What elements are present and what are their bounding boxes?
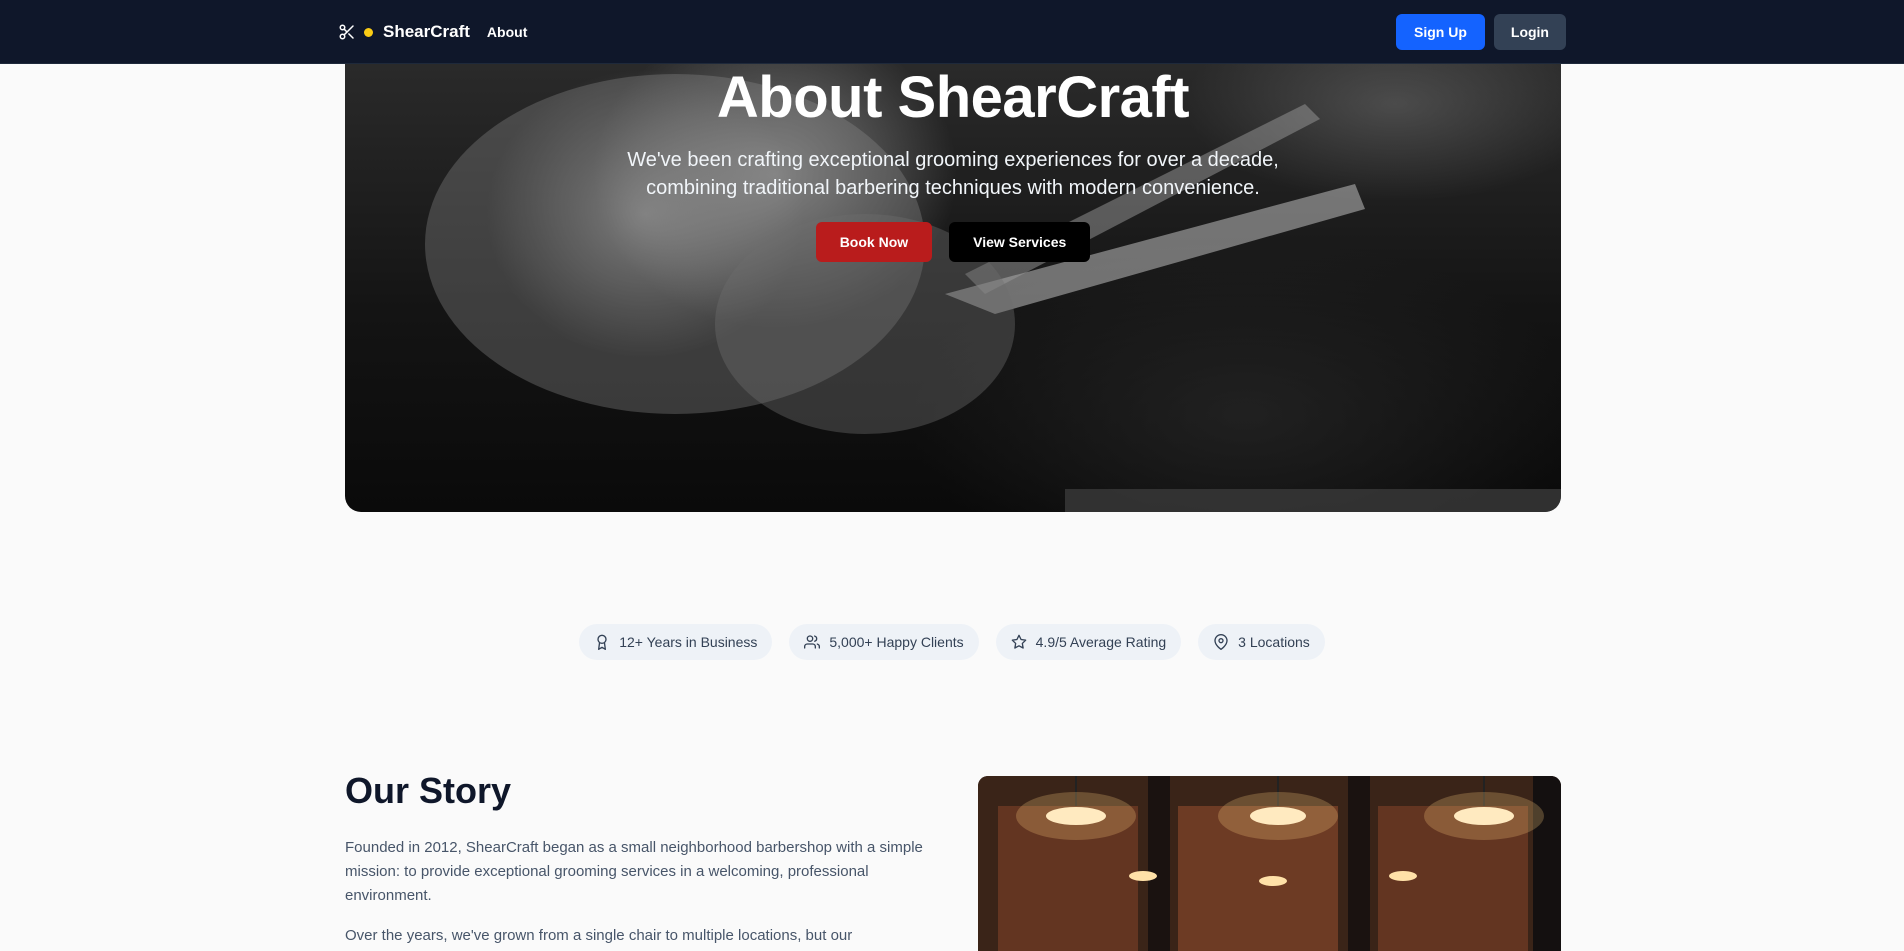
map-pin-icon (1214, 634, 1228, 650)
brand-dot-icon (364, 27, 373, 37)
stat-rating: 4.9/5 Average Rating (995, 624, 1182, 660)
stat-locations: 3 Locations (1198, 624, 1325, 660)
stats-row: 12+ Years in Business 5,000+ Happy Clien… (0, 624, 1904, 660)
hero-title: About ShearCraft (716, 65, 1190, 130)
barbershop-interior-photo (978, 776, 1561, 951)
nav-actions: Sign Up Login (1396, 14, 1566, 50)
barbershop-photo-art (978, 776, 1561, 951)
login-button[interactable]: Login (1493, 14, 1566, 50)
view-services-button[interactable]: View Services (949, 222, 1091, 262)
hero-content: About ShearCraft We've been crafting exc… (345, 64, 1561, 262)
stat-rating-label: 4.9/5 Average Rating (1035, 634, 1167, 650)
nav-link-about[interactable]: About (487, 24, 527, 40)
navbar-inner: ShearCraft About Sign Up Login (338, 0, 1566, 64)
hero-banner: About ShearCraft We've been crafting exc… (345, 64, 1561, 512)
signup-button[interactable]: Sign Up (1396, 14, 1485, 50)
star-icon (1011, 634, 1026, 649)
story-paragraph-1: Founded in 2012, ShearCraft began as a s… (345, 839, 923, 904)
stat-locations-label: 3 Locations (1238, 634, 1310, 650)
stat-clients: 5,000+ Happy Clients (789, 624, 979, 660)
stat-years-label: 12+ Years in Business (619, 634, 758, 650)
hero-buttons: Book Now View Services (345, 222, 1561, 262)
hero-subtitle-line2: combining traditional barbering techniqu… (646, 177, 1260, 199)
story-title: Our Story (345, 770, 512, 811)
hero-subtitle: We've been crafting exceptional grooming… (345, 146, 1561, 202)
scissors-icon (339, 24, 354, 40)
book-now-button[interactable]: Book Now (815, 222, 933, 262)
users-icon (804, 635, 821, 649)
stat-clients-label: 5,000+ Happy Clients (829, 634, 964, 650)
story-paragraph-2: Over the years, we've grown from a singl… (345, 927, 853, 944)
hero-subtitle-line1: We've been crafting exceptional grooming… (627, 149, 1279, 171)
award-icon (597, 634, 607, 650)
top-navbar: ShearCraft About Sign Up Login (0, 0, 1904, 64)
brand-name: ShearCraft (383, 22, 470, 41)
brand-logo[interactable]: ShearCraft (338, 22, 470, 42)
stat-years: 12+ Years in Business (579, 624, 773, 660)
